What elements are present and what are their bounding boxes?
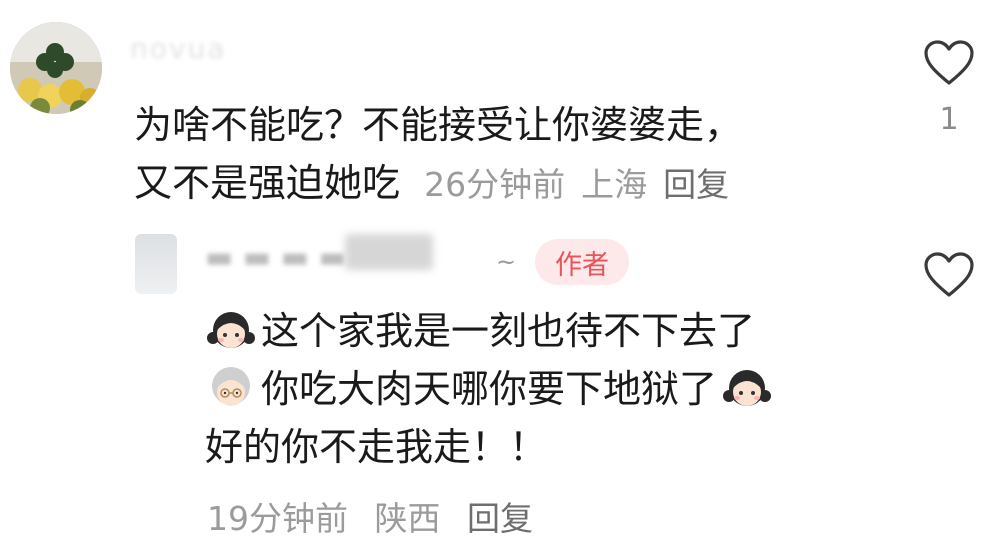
commenter-avatar[interactable] xyxy=(10,22,102,114)
reply-author-avatar[interactable] xyxy=(135,234,177,294)
username-redaction xyxy=(345,234,433,270)
comment-body: 为啥不能吃？不能接受让你婆婆走， 又不是强迫她吃 26分钟前 上海 回复 xyxy=(134,96,854,214)
heart-outline-icon xyxy=(924,252,974,297)
reply-line: 这个家我是一刻也待不下去了 xyxy=(205,302,905,360)
reply-meta: 19分钟前 陕西 回复 xyxy=(207,492,533,540)
heart-outline-icon xyxy=(924,40,974,85)
reply-line: 你吃大肉天哪你要下地狱了 xyxy=(205,360,905,418)
reply-reply-button[interactable]: 回复 xyxy=(467,499,533,538)
reply-body: 这个家我是一刻也待不下去了 你吃大肉天哪你要下地狱了 好的你不走我走！！ xyxy=(205,302,905,476)
reply-line: 好的你不走我走！！ xyxy=(205,425,548,469)
like-count: 1 xyxy=(939,102,959,137)
comment-line: 为啥不能吃？不能接受让你婆婆走， xyxy=(134,103,743,147)
reply-author-username[interactable]: ▬ ▬ ▬ ▬ xyxy=(205,240,347,275)
username-tilde: ~ xyxy=(496,248,517,276)
comment-line-with-meta: 又不是强迫她吃 26分钟前 上海 回复 xyxy=(134,154,854,214)
comment-location: 上海 xyxy=(581,165,648,204)
commenter-username[interactable]: novua xyxy=(130,32,226,65)
like-button[interactable] xyxy=(923,40,975,86)
reply-location: 陕西 xyxy=(374,499,441,538)
girl-emoji-icon xyxy=(723,370,772,406)
reply-button[interactable]: 回复 xyxy=(663,165,729,204)
old-woman-emoji-icon xyxy=(212,367,250,406)
reply-like-button[interactable] xyxy=(923,252,975,298)
comment-time: 26分钟前 xyxy=(424,165,566,204)
comment-meta: 26分钟前 上海 回复 xyxy=(412,165,729,204)
girl-emoji-icon xyxy=(207,312,255,348)
comment-line: 又不是强迫她吃 xyxy=(134,161,401,205)
author-badge: 作者 xyxy=(535,239,629,285)
reply-time: 19分钟前 xyxy=(207,499,348,538)
reply-line-text: 你吃大肉天哪你要下地狱了 xyxy=(261,367,718,411)
reply-line-text: 这个家我是一刻也待不下去了 xyxy=(261,309,756,353)
